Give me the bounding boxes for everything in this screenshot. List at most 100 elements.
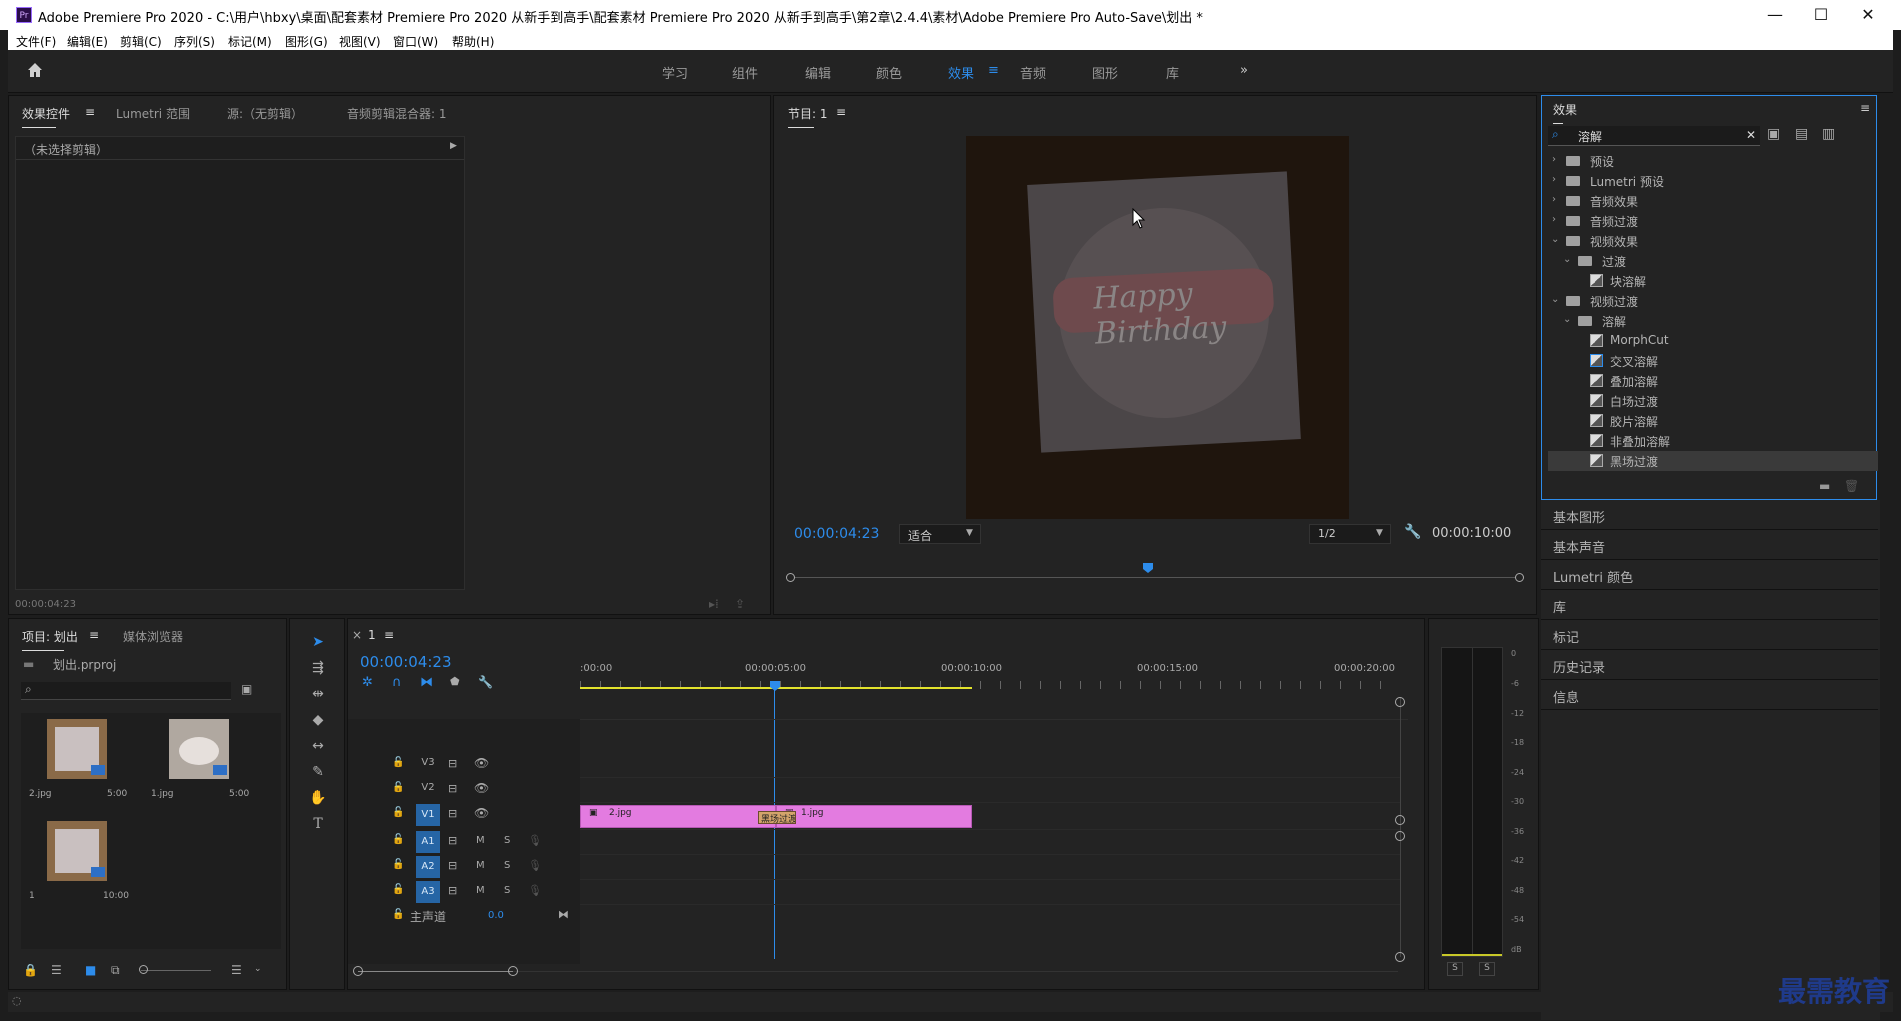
panel-info[interactable]: 信息 [1541,680,1878,710]
panel-essential-graphics[interactable]: 基本图形 [1541,500,1878,530]
track-select-tool-icon[interactable]: ⇶ [307,657,329,679]
track-lane-v2[interactable] [580,778,1400,803]
workspace-editing[interactable]: 编辑 [805,63,831,82]
solo-button[interactable]: S [504,860,510,871]
zoom-slider[interactable] [141,970,211,971]
eye-icon[interactable]: 👁 [474,756,489,770]
timeline-settings-wrench-icon[interactable]: 🔧 [478,675,493,689]
menu-edit[interactable]: 编辑(E) [67,33,108,50]
sync-lock-icon[interactable]: ⊟ [448,807,457,820]
tab-media-browser[interactable]: 媒体浏览器 [123,628,183,645]
meter-solo-left-button[interactable]: S [1447,962,1463,976]
workspace-learn[interactable]: 学习 [662,63,688,82]
lock-icon[interactable]: 🔓 [392,834,404,845]
project-item-sequence-1[interactable]: 1 10:00 [27,821,129,909]
workspace-assembly[interactable]: 组件 [732,63,758,82]
vertical-scroll-handle[interactable] [1395,831,1405,841]
close-window-button[interactable]: ✕ [1845,4,1891,26]
new-bin-icon[interactable]: ▬ [1819,479,1830,493]
zoom-slider-handle[interactable] [139,965,148,974]
track-lane-master[interactable] [580,905,1400,930]
sequence-menu-icon[interactable]: ≡ [384,628,394,642]
clip-1jpg[interactable]: ▣ 1.jpg [776,805,972,828]
program-playhead-timecode[interactable]: 00:00:04:23 [794,526,879,542]
lock-icon[interactable]: 🔒 [23,963,38,977]
eye-icon[interactable]: 👁 [474,806,489,820]
effects-search-input[interactable]: ⌕ 溶解 ✕ [1548,126,1760,146]
menu-sequence[interactable]: 序列(S) [174,33,215,50]
menu-help[interactable]: 帮助(H) [452,33,494,50]
tree-item-morphcut[interactable]: MorphCut [1548,331,1878,351]
clip-2jpg[interactable]: ▣ 2.jpg [580,805,776,828]
add-marker-icon[interactable]: ⬟ [450,675,460,688]
32bit-effects-icon[interactable]: ▤ [1795,126,1808,142]
fit-dropdown[interactable]: 适合 ▼ [899,524,981,544]
panel-markers[interactable]: 标记 [1541,620,1878,650]
freeform-view-icon[interactable]: ⧉ [111,963,120,978]
sync-lock-icon[interactable]: ⊟ [448,884,457,897]
chevron-down-icon[interactable]: ⌄ [254,964,262,974]
transition-dip-to-black[interactable]: 黑场过渡 [758,811,796,824]
panel-essential-sound[interactable]: 基本声音 [1541,530,1878,560]
panel-libraries[interactable]: 库 [1541,590,1878,620]
tree-item-lumetri-presets[interactable]: › Lumetri 预设 [1548,171,1878,191]
tree-item-transition-folder[interactable]: ⌄ 过渡 [1548,251,1878,271]
tree-item-dip-to-white[interactable]: 白场过渡 [1548,391,1878,411]
nest-icon[interactable]: ✲ [362,675,373,690]
track-lane-v3[interactable] [580,753,1400,778]
tree-item-audio-effects[interactable]: › 音频效果 [1548,191,1878,211]
microphone-icon[interactable]: 🎙 [528,884,542,897]
panel-history[interactable]: 历史记录 [1541,650,1878,680]
close-sequence-icon[interactable]: × [352,628,362,642]
razor-tool-icon[interactable]: ◆ [307,709,329,731]
mute-button[interactable]: M [476,835,485,846]
track-target-a1[interactable]: A1 [416,831,440,853]
vertical-scroll-handle[interactable] [1395,697,1405,707]
workspace-effects[interactable]: 效果 [948,63,974,82]
type-tool-icon[interactable]: T [307,813,329,835]
mute-button[interactable]: M [476,860,485,871]
scrubber-in-handle[interactable] [786,573,795,582]
playback-resolution-dropdown[interactable]: 1/2 ▼ [1309,524,1391,544]
tree-item-dissolve-folder[interactable]: ⌄ 溶解 [1548,311,1878,331]
master-end-icon[interactable]: ⧓ [558,908,569,921]
maximize-button[interactable]: ☐ [1798,4,1844,26]
expand-arrow-icon[interactable]: ▶ [450,141,457,151]
pen-tool-icon[interactable]: ✎ [307,761,329,783]
selection-tool-icon[interactable]: ➤ [307,631,329,653]
lock-icon[interactable]: 🔓 [392,859,404,870]
track-lane-a2[interactable] [580,855,1400,880]
slip-tool-icon[interactable]: ↔ [307,735,329,757]
tree-item-dip-to-black[interactable]: 黑场过渡 [1548,451,1878,471]
scrubber-out-handle[interactable] [1515,573,1524,582]
more-workspaces-icon[interactable]: » [1240,63,1248,78]
tab-audio-clip-mixer[interactable]: 音频剪辑混合器: 1 [347,105,447,122]
lock-icon[interactable]: 🔓 [392,909,404,920]
menu-view[interactable]: 视图(V) [339,33,381,50]
program-menu-icon[interactable]: ≡ [836,105,846,119]
tree-item-video-effects[interactable]: ⌄ 视频效果 [1548,231,1878,251]
tree-item-non-additive-dissolve[interactable]: 非叠加溶解 [1548,431,1878,451]
solo-button[interactable]: S [504,835,510,846]
track-lane-a3[interactable] [580,880,1400,905]
track-target-a2[interactable]: A2 [416,856,440,878]
home-icon[interactable] [25,60,45,80]
lock-icon[interactable]: 🔓 [392,782,404,793]
vertical-scroll-handle[interactable] [1395,952,1405,962]
accelerated-effects-icon[interactable]: ▣ [1767,126,1780,142]
menu-graphics[interactable]: 图形(G) [285,33,328,50]
yuv-effects-icon[interactable]: ▥ [1822,126,1835,142]
new-bin-icon[interactable]: ▣ [241,682,252,696]
lock-icon[interactable]: 🔓 [392,807,404,818]
tab-effect-controls[interactable]: 效果控件 [22,105,70,128]
tree-item-video-transitions[interactable]: ⌄ 视频过渡 [1548,291,1878,311]
track-target-v2[interactable]: V2 [416,782,440,800]
list-view-icon[interactable]: ☰ [51,963,62,977]
project-menu-icon[interactable]: ≡ [89,628,99,642]
sort-icon[interactable]: ☰ [231,963,242,977]
tab-source[interactable]: 源:（无剪辑） [227,105,303,122]
track-target-a3[interactable]: A3 [416,881,440,903]
zoom-handle-right[interactable] [508,966,518,976]
tab-sequence-1[interactable]: 1 [368,628,376,642]
snap-icon[interactable]: ∩ [392,675,402,690]
